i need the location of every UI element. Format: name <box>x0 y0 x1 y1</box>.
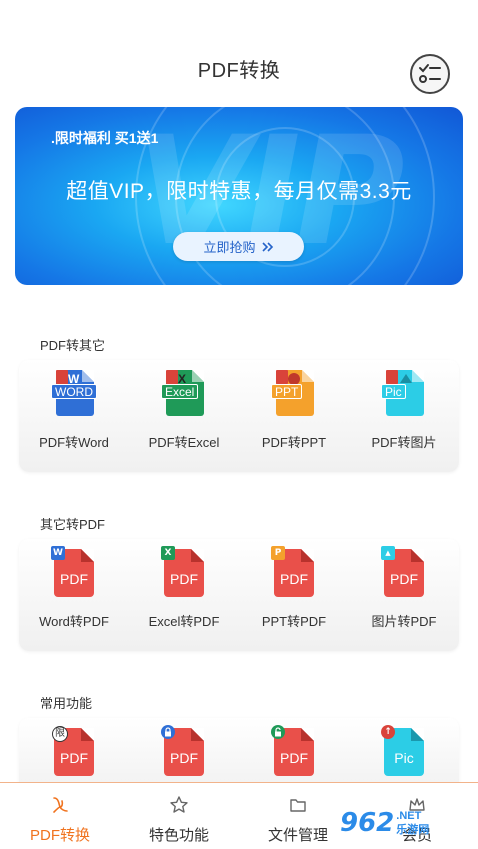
tool-label: 图片转PDF <box>371 614 437 629</box>
pdf-file-icon: X PDF <box>161 546 206 601</box>
tool-ppt-to-pdf[interactable]: P PDF PPT转PDF <box>239 539 349 651</box>
pdf-file-icon: P PDF <box>271 546 316 601</box>
tool-pdf-restrict[interactable]: 限 PDF <box>19 718 129 782</box>
tool-pdf-encrypt[interactable]: PDF <box>129 718 239 782</box>
tool-label: Excel转PDF <box>148 614 220 629</box>
tool-label: PDF转PPT <box>261 435 327 450</box>
tool-word-to-pdf[interactable]: W PDF Word转PDF <box>19 539 129 651</box>
pdf-lock-icon: PDF <box>161 725 206 780</box>
banner-tag: .限时福利 买1送1 <box>51 130 159 146</box>
tool-label: PDF转Excel <box>148 435 220 450</box>
tool-label: PDF转Word <box>39 435 109 450</box>
section-title-common-functions: 常用功能 <box>40 696 93 711</box>
pic-upload-icon: ↑ Pic <box>381 725 426 780</box>
folder-icon <box>290 799 306 812</box>
page-title: PDF转换 <box>197 60 281 82</box>
site-watermark: 962 .NET 乐游网 <box>340 800 475 845</box>
checklist-button[interactable] <box>410 54 450 94</box>
tool-pdf-decrypt[interactable]: PDF <box>239 718 349 782</box>
banner-headline: 超值VIP，限时特惠，每月仅需3.3元 <box>66 180 412 203</box>
nav-label: 特色功能 <box>148 827 209 844</box>
tool-label: PPT转PDF <box>261 614 327 629</box>
watermark-domain: .NET 乐游网 <box>396 809 430 836</box>
tool-image-compress[interactable]: ↑ Pic <box>349 718 459 782</box>
unlock-icon <box>275 727 281 737</box>
tool-pdf-to-excel[interactable]: X Excel PDF转Excel <box>129 360 239 472</box>
excel-file-icon: X Excel <box>161 370 206 422</box>
ppt-file-icon: PPT <box>271 370 316 422</box>
pdf-convert-icon <box>53 797 68 813</box>
checklist-icon <box>419 64 441 83</box>
tool-pdf-to-ppt[interactable]: PPT PDF转PPT <box>239 360 349 472</box>
pdf-unlock-icon: PDF <box>271 725 316 780</box>
nav-item-pdf-convert[interactable]: PDF转换 <box>0 783 120 849</box>
tool-image-to-pdf[interactable]: ▲ PDF 图片转PDF <box>349 539 459 651</box>
lock-icon <box>165 727 171 737</box>
word-file-icon: W WORD <box>51 370 97 422</box>
nav-label: PDF转换 <box>29 827 90 844</box>
buy-now-button[interactable]: 立即抢购 <box>173 232 304 261</box>
pdf-restrict-icon: 限 PDF <box>52 726 96 780</box>
star-icon <box>170 796 188 813</box>
other-to-pdf-card: W PDF Word转PDF X PDF Excel转PDF P PDF PPT… <box>19 539 459 651</box>
tool-label: PDF转图片 <box>371 435 437 450</box>
section-title-pdf-to-other: PDF转其它 <box>40 338 106 353</box>
pdf-to-other-card: W WORD PDF转Word X Excel PDF转Excel PPT PD… <box>19 360 459 472</box>
buy-now-label: 立即抢购 <box>203 240 256 255</box>
double-chevron-right-icon <box>261 241 273 252</box>
nav-item-features[interactable]: 特色功能 <box>119 783 239 849</box>
section-title-other-to-pdf: 其它转PDF <box>40 517 106 532</box>
pdf-file-icon: ▲ PDF <box>381 546 426 601</box>
watermark-number: 962 <box>340 807 395 838</box>
tool-pdf-to-word[interactable]: W WORD PDF转Word <box>19 360 129 472</box>
image-file-icon: Pic <box>381 370 426 422</box>
pdf-file-icon: W PDF <box>51 546 96 601</box>
header: PDF转换 <box>0 0 478 100</box>
tool-excel-to-pdf[interactable]: X PDF Excel转PDF <box>129 539 239 651</box>
vip-promo-banner[interactable]: VIP .限时福利 买1送1 超值VIP，限时特惠，每月仅需3.3元 立即抢购 <box>15 107 463 285</box>
tool-label: Word转PDF <box>39 614 109 629</box>
tool-pdf-to-image[interactable]: Pic PDF转图片 <box>349 360 459 472</box>
